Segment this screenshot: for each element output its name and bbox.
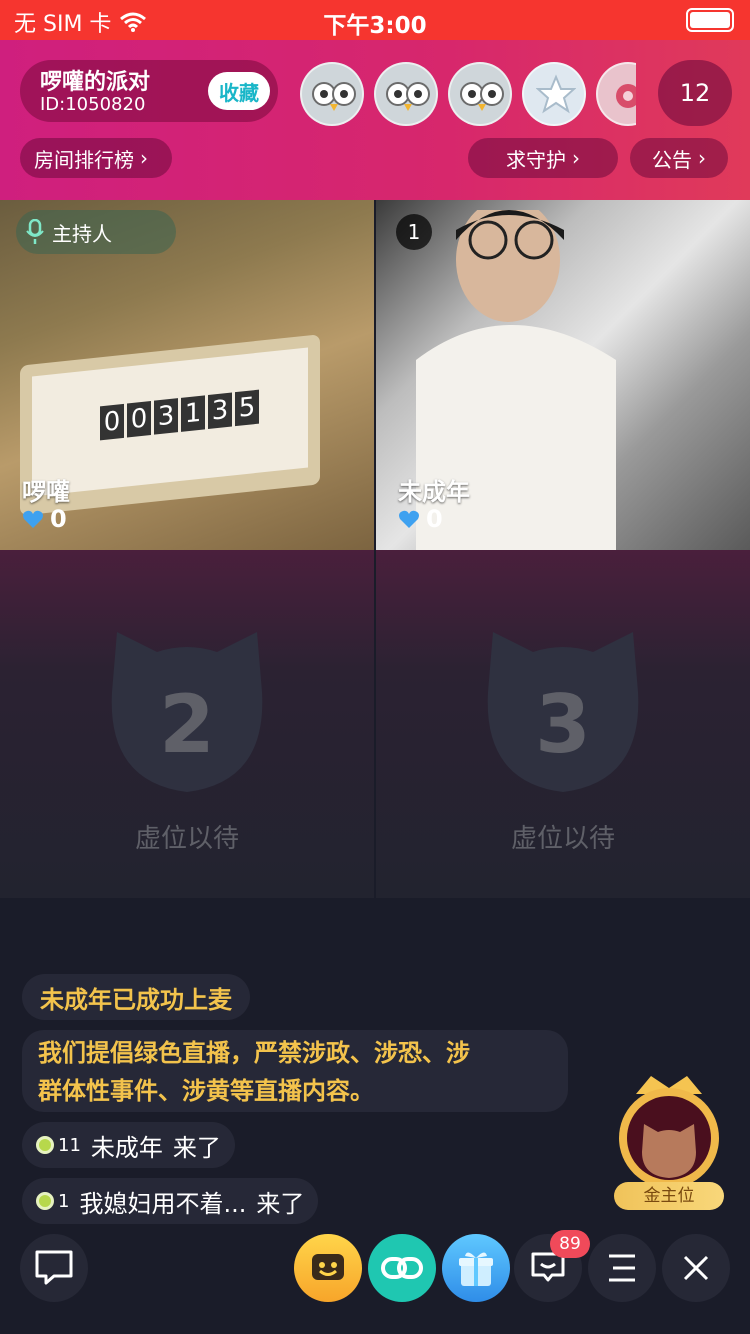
owl-icon xyxy=(460,82,504,111)
level-value: 1 xyxy=(58,1190,70,1212)
heart-icon xyxy=(399,510,419,528)
timer-digit: 3 xyxy=(154,398,178,435)
join-user: 未成年 xyxy=(90,1133,163,1162)
favorite-button[interactable]: 收藏 xyxy=(208,72,270,110)
level-icon xyxy=(36,1192,54,1210)
join-action: 来了 xyxy=(172,1133,221,1162)
seat-number: 1 xyxy=(396,214,432,250)
notice-message: 我们提倡绿色直播，严禁涉政、涉恐、涉 群体性事件、涉黄等直播内容。 xyxy=(22,1030,568,1112)
flower-icon xyxy=(616,84,636,108)
timer-digit: 5 xyxy=(235,389,259,427)
guard-label: 求守护 xyxy=(506,147,566,172)
guard-button[interactable]: 求守护 › xyxy=(468,138,618,178)
bottom-toolbar: 89 xyxy=(0,1230,750,1304)
host-tag: 主持人 xyxy=(16,210,176,254)
audience-avatars xyxy=(300,62,636,128)
join-action: 来了 xyxy=(256,1189,305,1218)
system-message: 未成年已成功上麦 xyxy=(22,974,250,1020)
empty-seat-2[interactable]: 2 虚位以待 xyxy=(0,550,374,898)
empty-seat-text: 虚位以待 xyxy=(510,824,615,854)
gift-button[interactable] xyxy=(442,1234,510,1302)
chevron-right-icon: › xyxy=(572,146,580,170)
chat-button[interactable] xyxy=(20,1234,88,1302)
chat-bubble-icon xyxy=(35,1250,73,1285)
gold-seat-label: 金主位 xyxy=(614,1182,724,1210)
battery-icon xyxy=(686,8,734,32)
message-count-badge: 89 xyxy=(550,1230,590,1258)
user-level: 1 xyxy=(36,1191,69,1212)
host-video-seat[interactable]: 0 0 3 1 3 5 主持人 啰嚾 0 xyxy=(0,200,374,550)
owl-icon xyxy=(386,82,430,111)
seat-score-value: 0 xyxy=(50,505,67,533)
chevron-right-icon: › xyxy=(698,146,706,170)
level-value: 11 xyxy=(58,1134,81,1156)
room-id: ID:1050820 xyxy=(40,94,146,115)
link-icon xyxy=(381,1257,423,1279)
avatar[interactable] xyxy=(374,62,438,126)
timer-digit: 1 xyxy=(181,395,205,432)
menu-icon xyxy=(609,1254,635,1282)
emoji-icon xyxy=(312,1254,344,1280)
owl-icon xyxy=(312,82,356,111)
room-ranking-button[interactable]: 房间排行榜 › xyxy=(20,138,172,178)
seat-number: 2 xyxy=(159,678,215,771)
avatar[interactable] xyxy=(300,62,364,126)
room-info[interactable]: 啰嚾的派对 ID:1050820 收藏 xyxy=(20,60,278,122)
seat-user-name: 未成年 xyxy=(398,478,470,506)
avatar[interactable] xyxy=(596,62,636,126)
crown-badge-icon xyxy=(619,1076,719,1188)
empty-seat-text: 虚位以待 xyxy=(134,824,239,854)
avatar[interactable] xyxy=(448,62,512,126)
join-user: 我媳妇用不着... xyxy=(79,1189,247,1218)
heart-icon xyxy=(23,510,43,528)
notice-line: 群体性事件、涉黄等直播内容。 xyxy=(38,1077,374,1105)
timer-digit: 3 xyxy=(208,392,232,430)
microphone-icon xyxy=(26,219,44,244)
join-message[interactable]: 1 我媳妇用不着... 来了 xyxy=(22,1178,319,1224)
avatar[interactable] xyxy=(522,62,586,126)
status-bar: 无 SIM 卡 下午3:00 xyxy=(0,0,750,40)
seat-number: 3 xyxy=(535,678,591,771)
room-header: 啰嚾的派对 ID:1050820 收藏 12 房间排行榜 › 求守护 › 公告 … xyxy=(0,40,750,200)
timer-digit: 0 xyxy=(127,400,151,438)
seat-score: 0 xyxy=(22,505,67,533)
notice-label: 公告 xyxy=(652,147,692,172)
level-icon xyxy=(36,1136,54,1154)
star-icon xyxy=(536,74,576,114)
timer-digit: 0 xyxy=(100,403,124,441)
room-name: 啰嚾的派对 xyxy=(40,70,151,95)
emoji-button[interactable] xyxy=(294,1234,362,1302)
gift-icon xyxy=(459,1252,493,1286)
clock: 下午3:00 xyxy=(323,13,427,39)
online-count[interactable]: 12 xyxy=(658,60,732,126)
empty-seat-3[interactable]: 3 虚位以待 xyxy=(376,550,750,898)
guest-video-seat[interactable]: 1 未成年 0 xyxy=(376,200,750,550)
close-button[interactable] xyxy=(662,1234,730,1302)
gold-seat-button[interactable]: 金主位 xyxy=(606,1072,732,1214)
menu-button[interactable] xyxy=(588,1234,656,1302)
close-icon xyxy=(683,1255,709,1281)
room-ranking-label: 房间排行榜 xyxy=(34,147,134,172)
host-tag-label: 主持人 xyxy=(52,221,112,246)
notice-line: 我们提倡绿色直播，严禁涉政、涉恐、涉 xyxy=(38,1039,470,1067)
user-level: 11 xyxy=(36,1135,81,1156)
seat-score-value: 0 xyxy=(426,505,443,533)
link-button[interactable] xyxy=(368,1234,436,1302)
seat-score: 0 xyxy=(398,505,443,533)
join-message[interactable]: 11 未成年 来了 xyxy=(22,1122,235,1168)
chevron-right-icon: › xyxy=(140,146,148,170)
seat-user-name: 啰嚾 xyxy=(22,478,70,506)
notice-button[interactable]: 公告 › xyxy=(630,138,728,178)
